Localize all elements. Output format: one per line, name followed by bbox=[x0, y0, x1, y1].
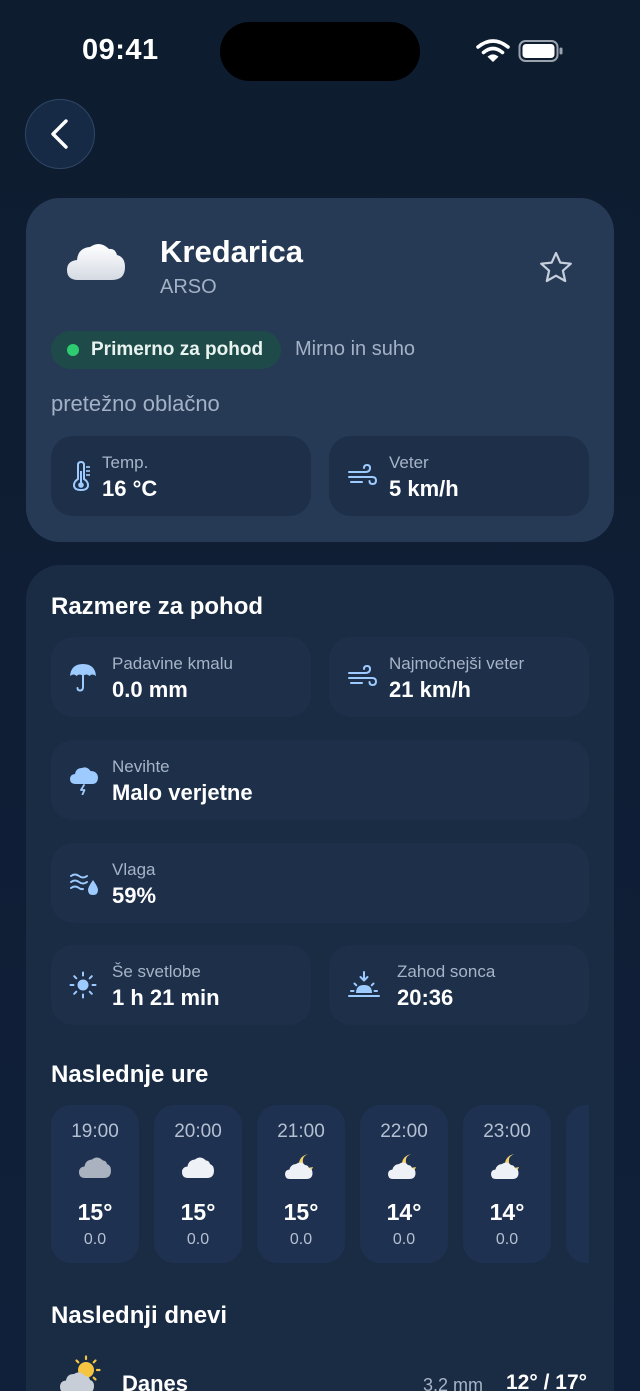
thermometer-icon bbox=[72, 461, 90, 491]
back-button[interactable] bbox=[25, 99, 95, 169]
station-name: Kredarica bbox=[160, 234, 304, 269]
gust-label: Najmočnejši veter bbox=[389, 654, 525, 673]
wind-value: 5 km/h bbox=[389, 476, 459, 501]
thunderstorm-tile: Nevihte Malo verjetne bbox=[51, 740, 589, 820]
cloud-icon bbox=[182, 1157, 214, 1178]
hour-card[interactable]: 21:00 15° 0.0 bbox=[257, 1105, 345, 1263]
wind-label: Veter bbox=[389, 453, 429, 472]
humidity-label: Vlaga bbox=[112, 860, 156, 879]
station-source: ARSO bbox=[160, 276, 217, 298]
hour-temp: 15° bbox=[180, 1199, 216, 1225]
wind-icon bbox=[348, 464, 377, 486]
hour-card[interactable]: 19:00 15° 0.0 bbox=[51, 1105, 139, 1263]
status-time: 09:41 bbox=[82, 34, 159, 66]
humidity-tile: Vlaga 59% bbox=[51, 843, 589, 923]
weather-description: pretežno oblačno bbox=[51, 391, 220, 416]
humidity-icon bbox=[70, 873, 98, 895]
chevron-left-icon bbox=[51, 119, 68, 149]
battery-icon bbox=[518, 40, 563, 62]
daily-forecast-row[interactable]: Danes 3.2 mm 12° / 17° bbox=[51, 1355, 589, 1391]
wind-tile: Veter 5 km/h bbox=[329, 436, 589, 516]
hour-card[interactable]: 23:00 14° 0.0 bbox=[463, 1105, 551, 1263]
temperature-value: 16 °C bbox=[102, 476, 158, 501]
umbrella-icon bbox=[70, 664, 96, 692]
hike-status-note: Mirno in suho bbox=[295, 338, 416, 360]
cloud-icon bbox=[79, 1157, 111, 1178]
daylight-value: 1 h 21 min bbox=[112, 985, 220, 1010]
station-header-card: Kredarica ARSO Primerno za pohod Mirno i… bbox=[26, 198, 614, 542]
precipitation-label: Padavine kmalu bbox=[112, 654, 233, 673]
hour-temp: 14° bbox=[489, 1199, 525, 1225]
hike-status-badge: Primerno za pohod bbox=[51, 331, 282, 369]
status-bar: 09:41 bbox=[0, 0, 640, 100]
dynamic-island bbox=[220, 22, 420, 81]
humidity-value: 59% bbox=[112, 883, 157, 908]
thunderstorm-value: Malo verjetne bbox=[112, 780, 253, 805]
thunderstorm-cloud-icon bbox=[70, 767, 98, 795]
day-temps: 12° / 17° bbox=[506, 1371, 588, 1391]
daily-title: Naslednji dnevi bbox=[51, 1302, 228, 1329]
hour-rain: 0.0 bbox=[83, 1231, 107, 1248]
badge-label: Primerno za pohod bbox=[91, 339, 264, 360]
hour-time: 23:00 bbox=[483, 1121, 531, 1142]
hourly-forecast-strip[interactable]: 19:00 15° 0.0 20:00 15° 0.0 21:00 15° 0.… bbox=[51, 1105, 589, 1263]
sunset-icon bbox=[348, 971, 380, 997]
sunset-label: Zahod sonca bbox=[397, 962, 496, 981]
moon-cloud-icon bbox=[388, 1154, 416, 1179]
hour-time: 22:00 bbox=[380, 1121, 428, 1142]
hour-time: 21:00 bbox=[277, 1121, 325, 1142]
hour-temp: 15° bbox=[283, 1199, 319, 1225]
conditions-title: Razmere za pohod bbox=[51, 593, 264, 620]
hour-card[interactable]: 22:00 14° 0.0 bbox=[360, 1105, 448, 1263]
favorite-star-icon[interactable] bbox=[538, 250, 574, 286]
screen: 09:41 Kredarica ARSO Primerno za pohod M… bbox=[0, 0, 640, 1391]
temperature-label: Temp. bbox=[102, 453, 149, 472]
precipitation-tile: Padavine kmalu 0.0 mm bbox=[51, 637, 311, 717]
cloud-icon bbox=[67, 243, 125, 280]
precipitation-value: 0.0 mm bbox=[112, 677, 188, 702]
hour-rain: 0.0 bbox=[495, 1231, 519, 1248]
moon-cloud-icon bbox=[285, 1154, 313, 1179]
thunderstorm-label: Nevihte bbox=[112, 757, 170, 776]
daylight-tile: Še svetlobe 1 h 21 min bbox=[51, 945, 311, 1025]
hour-card[interactable]: 20:00 15° 0.0 bbox=[154, 1105, 242, 1263]
status-dot bbox=[67, 344, 79, 356]
sun-cloud-icon bbox=[60, 1355, 101, 1391]
day-rain: 3.2 mm bbox=[423, 1375, 484, 1391]
hour-time: 20:00 bbox=[174, 1121, 222, 1142]
hiking-conditions-card: Razmere za pohod Padavine kmalu 0.0 mm N… bbox=[26, 565, 614, 1391]
hour-rain: 0.0 bbox=[392, 1231, 416, 1248]
hour-rain: 0.0 bbox=[186, 1231, 210, 1248]
hour-card-partial[interactable] bbox=[566, 1105, 589, 1263]
wind-icon bbox=[348, 665, 377, 687]
sun-icon bbox=[69, 971, 97, 999]
daylight-label: Še svetlobe bbox=[112, 962, 201, 981]
day-name: Danes bbox=[122, 1371, 189, 1391]
sunset-value: 20:36 bbox=[397, 985, 454, 1010]
moon-cloud-icon bbox=[491, 1154, 519, 1179]
sunset-tile: Zahod sonca 20:36 bbox=[329, 945, 589, 1025]
hour-rain: 0.0 bbox=[289, 1231, 313, 1248]
hourly-title: Naslednje ure bbox=[51, 1061, 209, 1088]
temperature-tile: Temp. 16 °C bbox=[51, 436, 311, 516]
gust-value: 21 km/h bbox=[389, 677, 471, 702]
hour-temp: 14° bbox=[386, 1199, 422, 1225]
wifi-icon bbox=[476, 39, 510, 62]
hour-time: 19:00 bbox=[71, 1121, 119, 1142]
hour-temp: 15° bbox=[77, 1199, 113, 1225]
gust-tile: Najmočnejši veter 21 km/h bbox=[329, 637, 589, 717]
